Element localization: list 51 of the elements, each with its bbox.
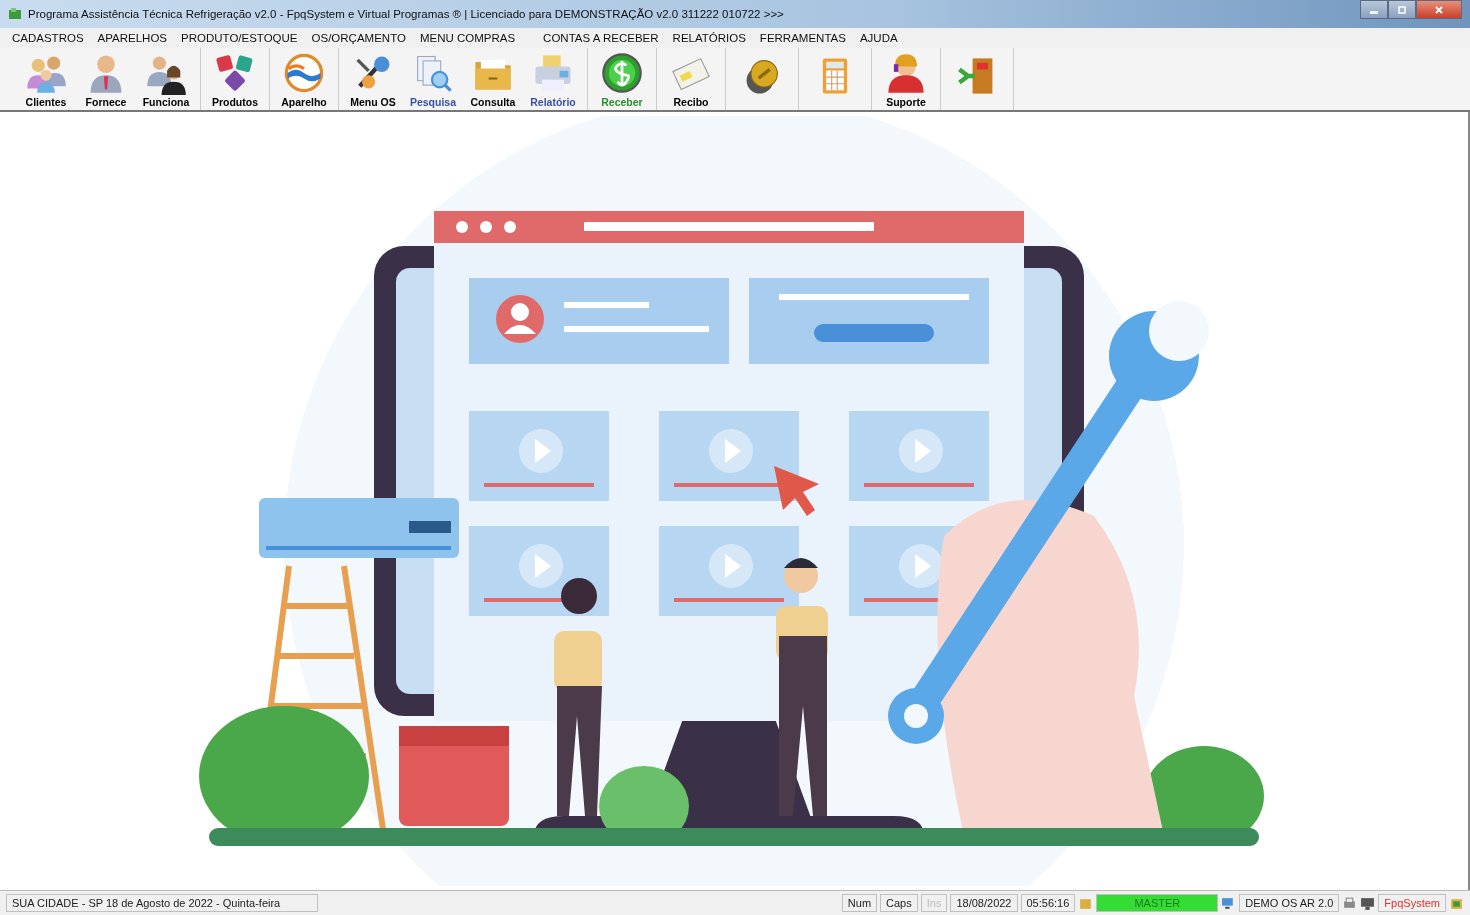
toolbar-button[interactable]: Relatório — [523, 48, 583, 110]
monitor-icon — [1360, 895, 1376, 911]
menu-item[interactable]: OS/ORÇAMENTO — [311, 32, 406, 44]
brand-text: FpqSystem — [1378, 894, 1446, 912]
toolbar-label: Aparelho — [281, 95, 327, 108]
toolbar-button[interactable]: Recibo — [661, 48, 721, 110]
minimize-icon — [1370, 10, 1378, 14]
toolbar-label: Produtos — [211, 95, 259, 108]
user-text: MASTER — [1096, 894, 1219, 912]
close-button[interactable] — [1416, 0, 1462, 19]
toolbar-label: Pesquisa — [409, 95, 457, 108]
maximize-button[interactable] — [1388, 0, 1416, 19]
toolbar-label: Recibo — [673, 95, 709, 108]
toolbar-button[interactable]: Suporte — [876, 48, 936, 110]
menu-item[interactable]: APARELHOS — [97, 32, 168, 44]
toolbar-button[interactable]: Funciona — [136, 48, 196, 110]
toolbar-label: Funciona — [142, 95, 190, 108]
printer-icon — [1342, 895, 1358, 911]
toolbar-label: Consulta — [470, 95, 516, 108]
minimize-button[interactable] — [1360, 0, 1388, 19]
toolbar-label: Fornece — [85, 95, 127, 108]
app-icon — [8, 7, 22, 21]
menu-item[interactable]: CONTAS A RECEBER — [543, 32, 659, 44]
toolbar-button[interactable]: Aparelho — [274, 48, 334, 110]
toolbar-button[interactable]: Menu OS — [343, 48, 403, 110]
menu-item[interactable]: FERRAMENTAS — [759, 32, 846, 44]
close-icon — [1434, 4, 1444, 15]
time-text: 05:56:16 — [1020, 894, 1076, 912]
toolbar-button[interactable]: Clientes — [16, 48, 76, 110]
toolbar-label: Suporte — [886, 95, 926, 108]
menu-item[interactable]: RELATÓRIOS — [672, 32, 746, 44]
location-date-text: SUA CIDADE - SP 18 de Agosto de 2022 - Quinta-feira — [6, 894, 318, 912]
maximize-icon — [1397, 4, 1407, 15]
key-indicator: Num — [841, 894, 878, 912]
menu-item[interactable]: MENU COMPRAS — [419, 32, 516, 44]
toolbar-button[interactable]: Consulta — [463, 48, 523, 110]
toolbar-button[interactable]: Pesquisa — [403, 48, 463, 110]
menu-item[interactable]: AJUDA — [859, 32, 898, 44]
key-indicator: Caps — [880, 894, 918, 912]
toolbar-label: Receber — [601, 95, 643, 108]
toolbar-label: Relatório — [530, 95, 576, 108]
menu-item[interactable]: PRODUTO/ESTOQUE — [181, 32, 298, 44]
date-text: 18/08/2022 — [950, 894, 1018, 912]
toolbar-label: Menu OS — [350, 95, 396, 108]
window-title: Programa Assistência Técnica Refrigeração v2.0 - FpqSystem e Virtual Programas ® | Licenciado para DEMONSTRAÇÃO v2.0 311222 010722 >>> — [28, 8, 785, 20]
toolbar-button[interactable]: Produtos — [205, 48, 265, 110]
toolbar-button[interactable]: Fornece — [76, 48, 136, 110]
version-text: DEMO OS AR 2.0 — [1239, 894, 1340, 912]
toolbar-label: Clientes — [25, 95, 67, 108]
toolbar-button[interactable]: Receber — [592, 48, 652, 110]
menu-item[interactable]: CADASTROS — [12, 32, 84, 44]
